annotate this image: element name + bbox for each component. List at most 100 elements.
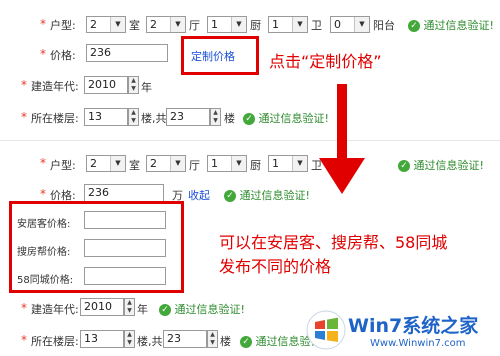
section-divider <box>0 140 500 141</box>
arrow-up-icon[interactable]: ▲ <box>129 109 138 117</box>
check-icon: ✓ <box>398 160 410 172</box>
chevron-down-icon: ▼ <box>110 17 125 32</box>
house-type-label: 户型: <box>50 159 76 172</box>
required-star: * <box>40 47 46 61</box>
price-label: 价格: <box>50 49 76 62</box>
check-icon: ✓ <box>224 190 236 202</box>
arrow-down-icon <box>319 84 365 194</box>
check-icon: ✓ <box>159 304 171 316</box>
platform-hint-line2: 发布不同的价格 <box>219 257 332 276</box>
required-star: * <box>21 333 27 347</box>
total-floors-stepper[interactable]: ▲ ▼ <box>207 330 218 348</box>
custom-price-link[interactable]: 定制价格 <box>191 48 235 64</box>
required-star: * <box>21 110 27 124</box>
required-star: * <box>40 156 46 170</box>
baths-select[interactable]: 1 ▼ <box>268 155 308 172</box>
year-input[interactable]: 2010 <box>80 298 124 316</box>
anjuke-price-input[interactable] <box>84 211 166 229</box>
check-icon: ✓ <box>240 336 252 348</box>
floor-label: 所在楼层: <box>31 112 79 125</box>
floor-label: 所在楼层: <box>31 335 79 348</box>
chevron-down-icon: ▼ <box>231 156 246 171</box>
price-input[interactable]: 236 <box>86 44 168 62</box>
year-unit: 年 <box>137 303 148 316</box>
arrow-down-icon[interactable]: ▼ <box>125 339 134 347</box>
halls-select[interactable]: 2 ▼ <box>146 16 186 33</box>
total-floors-unit: 楼 <box>220 335 231 348</box>
room-unit: 室 <box>129 159 140 172</box>
chevron-down-icon: ▼ <box>354 17 369 32</box>
watermark-url: Www.Winwin7.com <box>370 338 466 349</box>
rooms-select[interactable]: 2 ▼ <box>86 155 126 172</box>
chevron-down-icon: ▼ <box>110 156 125 171</box>
required-star: * <box>21 78 27 92</box>
chevron-down-icon: ▼ <box>292 156 307 171</box>
bath-unit: 卫 <box>311 159 322 172</box>
house-type-label: 户型: <box>50 19 76 32</box>
required-star: * <box>21 301 27 315</box>
floor-unit: 楼,共 <box>141 112 167 125</box>
total-floors-input[interactable]: 23 <box>166 108 210 126</box>
floor-stepper[interactable]: ▲ ▼ <box>128 108 139 126</box>
required-star: * <box>40 17 46 31</box>
watermark: Win7系统之家 Www.Winwin7.com <box>306 308 498 354</box>
check-icon: ✓ <box>408 20 420 32</box>
year-stepper[interactable]: ▲ ▼ <box>128 76 139 94</box>
windows-logo-icon <box>306 310 346 350</box>
floor-input[interactable]: 13 <box>80 330 124 348</box>
total-floors-input[interactable]: 23 <box>163 330 207 348</box>
arrow-up-icon[interactable]: ▲ <box>125 299 134 307</box>
balcony-unit: 阳台 <box>373 19 395 32</box>
balconies-select[interactable]: 0 ▼ <box>330 16 370 33</box>
price-input[interactable]: 236 <box>84 184 164 202</box>
kitchens-select[interactable]: 1 ▼ <box>207 16 247 33</box>
arrow-down-icon[interactable]: ▼ <box>208 339 217 347</box>
verified-badge: ✓ 通过信息验证! <box>224 187 310 203</box>
soufun-price-label: 搜房帮价格: <box>17 247 71 258</box>
58tongcheng-price-input[interactable] <box>84 267 166 285</box>
arrow-up-icon[interactable]: ▲ <box>211 109 220 117</box>
click-hint: 点击“定制价格” <box>269 52 382 71</box>
chevron-down-icon: ▼ <box>231 17 246 32</box>
total-floors-stepper[interactable]: ▲ ▼ <box>210 108 221 126</box>
arrow-down-icon[interactable]: ▼ <box>129 117 138 125</box>
required-star: * <box>40 187 46 201</box>
chevron-down-icon: ▼ <box>170 156 185 171</box>
floor-unit: 楼,共 <box>137 335 163 348</box>
collapse-link[interactable]: 收起 <box>188 187 210 203</box>
bath-unit: 卫 <box>311 19 322 32</box>
verified-badge: ✓ 通过信息验证! <box>408 17 494 33</box>
soufun-price-input[interactable] <box>84 239 166 257</box>
year-label: 建造年代: <box>31 80 79 93</box>
kitchen-unit: 厨 <box>250 159 261 172</box>
platform-hint-line1: 可以在安居客、搜房帮、58同城 <box>219 233 448 252</box>
anjuke-price-label: 安居客价格: <box>17 219 71 230</box>
baths-select[interactable]: 1 ▼ <box>268 16 308 33</box>
halls-select[interactable]: 2 ▼ <box>146 155 186 172</box>
arrow-up-icon[interactable]: ▲ <box>129 77 138 85</box>
arrow-down-icon[interactable]: ▼ <box>211 117 220 125</box>
chevron-down-icon: ▼ <box>292 17 307 32</box>
floor-input[interactable]: 13 <box>84 108 128 126</box>
hall-unit: 厅 <box>189 19 200 32</box>
kitchens-select[interactable]: 1 ▼ <box>207 155 247 172</box>
verified-badge: ✓ 通过信息验证! <box>159 301 245 317</box>
chevron-down-icon: ▼ <box>170 17 185 32</box>
year-label: 建造年代: <box>31 303 79 316</box>
verified-badge: ✓ 通过信息验证! <box>398 157 484 173</box>
58tongcheng-price-label: 58同城价格: <box>17 275 74 286</box>
room-unit: 室 <box>129 19 140 32</box>
year-unit: 年 <box>141 81 152 94</box>
check-icon: ✓ <box>243 113 255 125</box>
rooms-select[interactable]: 2 ▼ <box>86 16 126 33</box>
arrow-up-icon[interactable]: ▲ <box>208 331 217 339</box>
floor-stepper[interactable]: ▲ ▼ <box>124 330 135 348</box>
hall-unit: 厅 <box>189 159 200 172</box>
year-stepper[interactable]: ▲ ▼ <box>124 298 135 316</box>
arrow-down-icon[interactable]: ▼ <box>125 307 134 315</box>
arrow-up-icon[interactable]: ▲ <box>125 331 134 339</box>
arrow-down-icon[interactable]: ▼ <box>129 85 138 93</box>
watermark-brand: Win7系统之家 <box>348 315 479 337</box>
year-input[interactable]: 2010 <box>84 76 128 94</box>
kitchen-unit: 厨 <box>250 19 261 32</box>
